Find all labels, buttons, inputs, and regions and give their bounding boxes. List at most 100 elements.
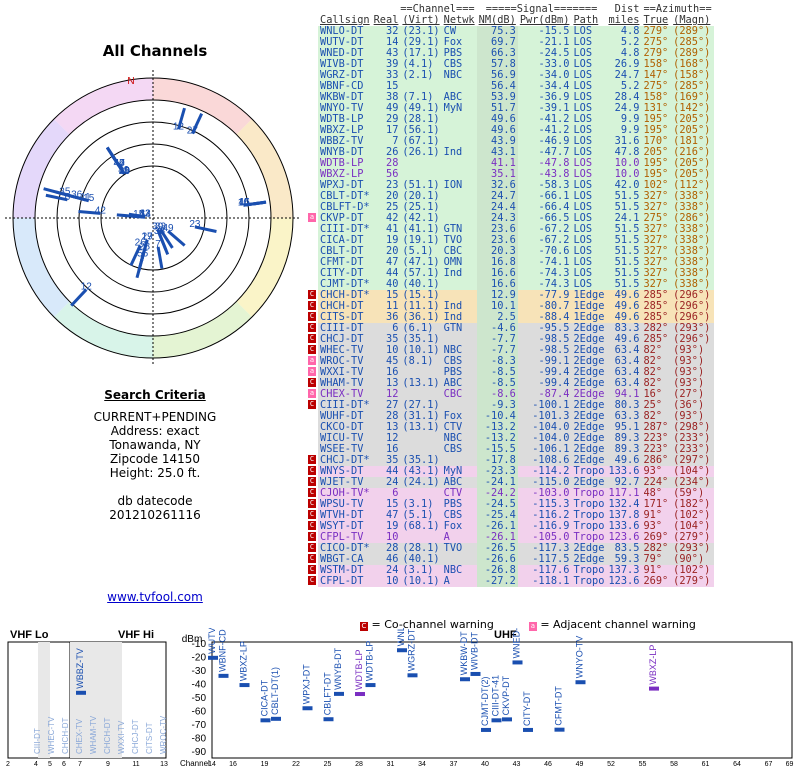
criteria-line bbox=[0, 480, 310, 494]
signal-bar bbox=[649, 686, 659, 691]
radar-label: 36 bbox=[71, 190, 83, 201]
faint-label: WHEC-TV bbox=[47, 716, 56, 754]
signal-bar bbox=[470, 671, 481, 676]
x-tick: 22 bbox=[292, 761, 300, 768]
signal-label: WPXJ-DT bbox=[302, 664, 312, 704]
signal-bar bbox=[302, 706, 313, 711]
signal-label: WBXZ-LP bbox=[239, 641, 249, 681]
x-tick: 49 bbox=[576, 761, 584, 768]
x-tick: 61 bbox=[702, 761, 710, 768]
faint-label: CHCH-DT bbox=[103, 717, 112, 754]
cell-virt: (26.1) bbox=[402, 146, 440, 158]
x-tick: 40 bbox=[481, 761, 489, 768]
page-title: All Channels bbox=[102, 42, 208, 60]
x-tick: 37 bbox=[450, 761, 458, 768]
cell-tr: 269° bbox=[643, 575, 669, 587]
cell-virt bbox=[400, 158, 441, 169]
table-row[interactable]: CFPL-DT C 10 (10.1) A -27.2 -118.1 Tropo 123.6 26… bbox=[308, 575, 714, 587]
signal-label: WDTB-LP bbox=[365, 641, 375, 682]
signal-label: WBNF-CD bbox=[218, 629, 228, 672]
signal-bar bbox=[481, 727, 491, 732]
signal-bar bbox=[355, 692, 365, 697]
x-tick: 34 bbox=[418, 761, 426, 768]
signal-label: WIVB-DT bbox=[470, 631, 480, 669]
y-tick: -30 bbox=[192, 666, 207, 677]
radar-label: 16 bbox=[239, 197, 251, 208]
cell-virt: (10.1) bbox=[402, 575, 440, 587]
adjacent-channel-warning-icon: a bbox=[308, 389, 316, 398]
signal-bar bbox=[491, 718, 502, 723]
co-channel-warning-icon: C bbox=[308, 554, 316, 563]
co-channel-warning-icon: C bbox=[308, 576, 316, 585]
cell-net: A bbox=[443, 575, 450, 587]
radar-bar bbox=[156, 246, 164, 269]
co-channel-warning-icon: C bbox=[308, 290, 316, 299]
x-tick: 28 bbox=[355, 761, 363, 768]
y-tick: -10 bbox=[192, 639, 207, 650]
signal-bar bbox=[502, 717, 512, 722]
x-tick: 14 bbox=[208, 761, 216, 768]
signal-bar bbox=[365, 683, 376, 688]
signal-bar bbox=[260, 718, 271, 723]
cell-net: TVO bbox=[443, 542, 463, 554]
co-channel-warning-icon: C bbox=[308, 455, 316, 464]
y-tick: -50 bbox=[192, 693, 207, 704]
y-tick: -70 bbox=[192, 720, 207, 731]
signal-label: WUTV-DT bbox=[207, 628, 217, 654]
radar-label: 15 bbox=[133, 209, 145, 220]
signal-label: WNLO-DT bbox=[396, 628, 406, 646]
x-tick: 43 bbox=[513, 761, 521, 768]
signal-label: WNYB-DT bbox=[333, 647, 343, 689]
signal-label: CFMT-DT bbox=[554, 686, 564, 726]
signal-bar bbox=[575, 680, 586, 685]
radar-label: 40 bbox=[114, 158, 126, 169]
site-link[interactable]: www.tvfool.com bbox=[0, 590, 310, 604]
radar-label: 12 bbox=[173, 121, 185, 132]
cell-net: CBS bbox=[443, 443, 463, 455]
faint-label: WROC-TV bbox=[159, 715, 168, 754]
y-tick: -60 bbox=[192, 707, 207, 718]
cell-net: GTN bbox=[443, 322, 463, 334]
cell-virt bbox=[400, 433, 441, 444]
x-tick: 64 bbox=[733, 761, 741, 768]
faint-label: CHCH-DT bbox=[61, 717, 70, 754]
signal-label: CJMT-DT(2) bbox=[480, 676, 490, 726]
x-tick: 31 bbox=[387, 761, 395, 768]
signal-label: WKBW-DT bbox=[459, 631, 469, 675]
co-channel-warning-icon: C bbox=[308, 323, 316, 332]
x-tick: 46 bbox=[544, 761, 552, 768]
signal-label: CBLFT-DT bbox=[323, 672, 333, 716]
signal-bar bbox=[218, 673, 229, 678]
criteria-line: Zipcode 14150 bbox=[109, 452, 201, 466]
cell-dist: 123.6 bbox=[608, 575, 640, 587]
faint-label: CHCJ-DT bbox=[131, 719, 140, 754]
criteria-line: Height: 25.0 ft. bbox=[109, 466, 201, 480]
criteria-lines: CURRENT+PENDING Address: exact Tonawanda, … bbox=[0, 410, 310, 522]
cell-virt: (8.1) bbox=[402, 355, 434, 367]
cell-net bbox=[442, 191, 477, 202]
signal-label: CITY-DT bbox=[522, 691, 532, 726]
cell-net bbox=[442, 202, 477, 213]
cell-net: CBC bbox=[443, 388, 463, 400]
co-channel-warning-icon: C bbox=[308, 510, 316, 519]
radar-label: 12 bbox=[81, 282, 93, 293]
cell-cs: CIII-DT* C bbox=[308, 399, 370, 411]
y-tick: -40 bbox=[192, 679, 207, 690]
faint-label: CHEX-TV bbox=[75, 718, 84, 754]
band-label: VHF Hi bbox=[118, 629, 154, 641]
signal-bar bbox=[512, 660, 523, 665]
cell-net: MyN bbox=[443, 102, 463, 114]
co-channel-warning-icon: C bbox=[308, 301, 316, 310]
x-tick: 5 bbox=[48, 761, 52, 768]
cell-virt: (24.1) bbox=[402, 476, 440, 488]
co-channel-warning-icon: C bbox=[308, 466, 316, 475]
co-channel-warning-icon: C bbox=[308, 378, 316, 387]
x-axis-label: Channel bbox=[180, 759, 210, 768]
radar-label: 23 bbox=[189, 219, 201, 230]
co-channel-warning-icon: C bbox=[308, 345, 316, 354]
signal-bar bbox=[554, 727, 565, 732]
x-tick: 16 bbox=[229, 761, 237, 768]
search-criteria: Search Criteria CURRENT+PENDING Address: … bbox=[0, 388, 310, 522]
signal-bar bbox=[397, 648, 407, 653]
channel-rows: WNLO-DT 32 (23.1) CW 75.3 -15.5 LOS 4.8 279° (289… bbox=[308, 26, 714, 587]
